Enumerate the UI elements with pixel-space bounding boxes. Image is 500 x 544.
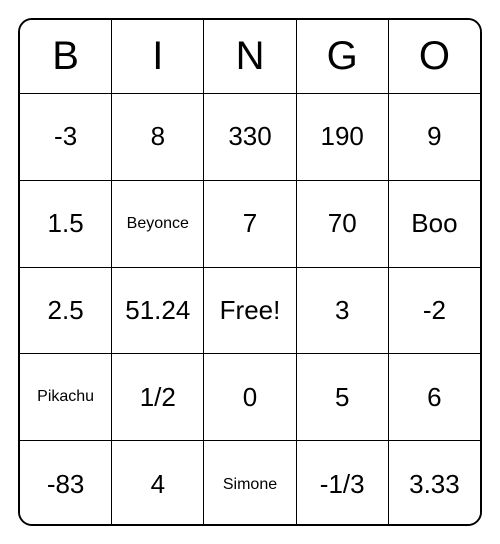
cell-n5[interactable]: Simone	[204, 441, 296, 526]
cell-o2[interactable]: Boo	[389, 181, 480, 268]
header-i: I	[112, 20, 204, 94]
header-o: O	[389, 20, 480, 94]
cell-i5[interactable]: 4	[112, 441, 204, 526]
row-2: 1.5 Beyonce 7 70 Boo	[20, 181, 480, 268]
bingo-card: B I N G O -3 8 330 190 9 1.5 Beyonce 7 7…	[18, 18, 482, 526]
header-g: G	[297, 20, 389, 94]
cell-i3[interactable]: 51.24	[112, 268, 204, 355]
cell-i2[interactable]: Beyonce	[112, 181, 204, 268]
cell-n2[interactable]: 7	[204, 181, 296, 268]
cell-n1[interactable]: 330	[204, 94, 296, 181]
cell-g1[interactable]: 190	[297, 94, 389, 181]
cell-g4[interactable]: 5	[297, 354, 389, 441]
cell-b1[interactable]: -3	[20, 94, 112, 181]
cell-o1[interactable]: 9	[389, 94, 480, 181]
header-n: N	[204, 20, 296, 94]
cell-i1[interactable]: 8	[112, 94, 204, 181]
cell-o4[interactable]: 6	[389, 354, 480, 441]
cell-g2[interactable]: 70	[297, 181, 389, 268]
header-b: B	[20, 20, 112, 94]
cell-b3[interactable]: 2.5	[20, 268, 112, 355]
cell-free[interactable]: Free!	[204, 268, 296, 355]
cell-b2[interactable]: 1.5	[20, 181, 112, 268]
row-3: 2.5 51.24 Free! 3 -2	[20, 268, 480, 355]
cell-o3[interactable]: -2	[389, 268, 480, 355]
row-4: Pikachu 1/2 0 5 6	[20, 354, 480, 441]
row-1: -3 8 330 190 9	[20, 94, 480, 181]
header-row: B I N G O	[20, 20, 480, 94]
row-5: -83 4 Simone -1/3 3.33	[20, 441, 480, 526]
cell-g5[interactable]: -1/3	[297, 441, 389, 526]
cell-g3[interactable]: 3	[297, 268, 389, 355]
cell-n4[interactable]: 0	[204, 354, 296, 441]
cell-o5[interactable]: 3.33	[389, 441, 480, 526]
cell-i4[interactable]: 1/2	[112, 354, 204, 441]
cell-b4[interactable]: Pikachu	[20, 354, 112, 441]
cell-b5[interactable]: -83	[20, 441, 112, 526]
